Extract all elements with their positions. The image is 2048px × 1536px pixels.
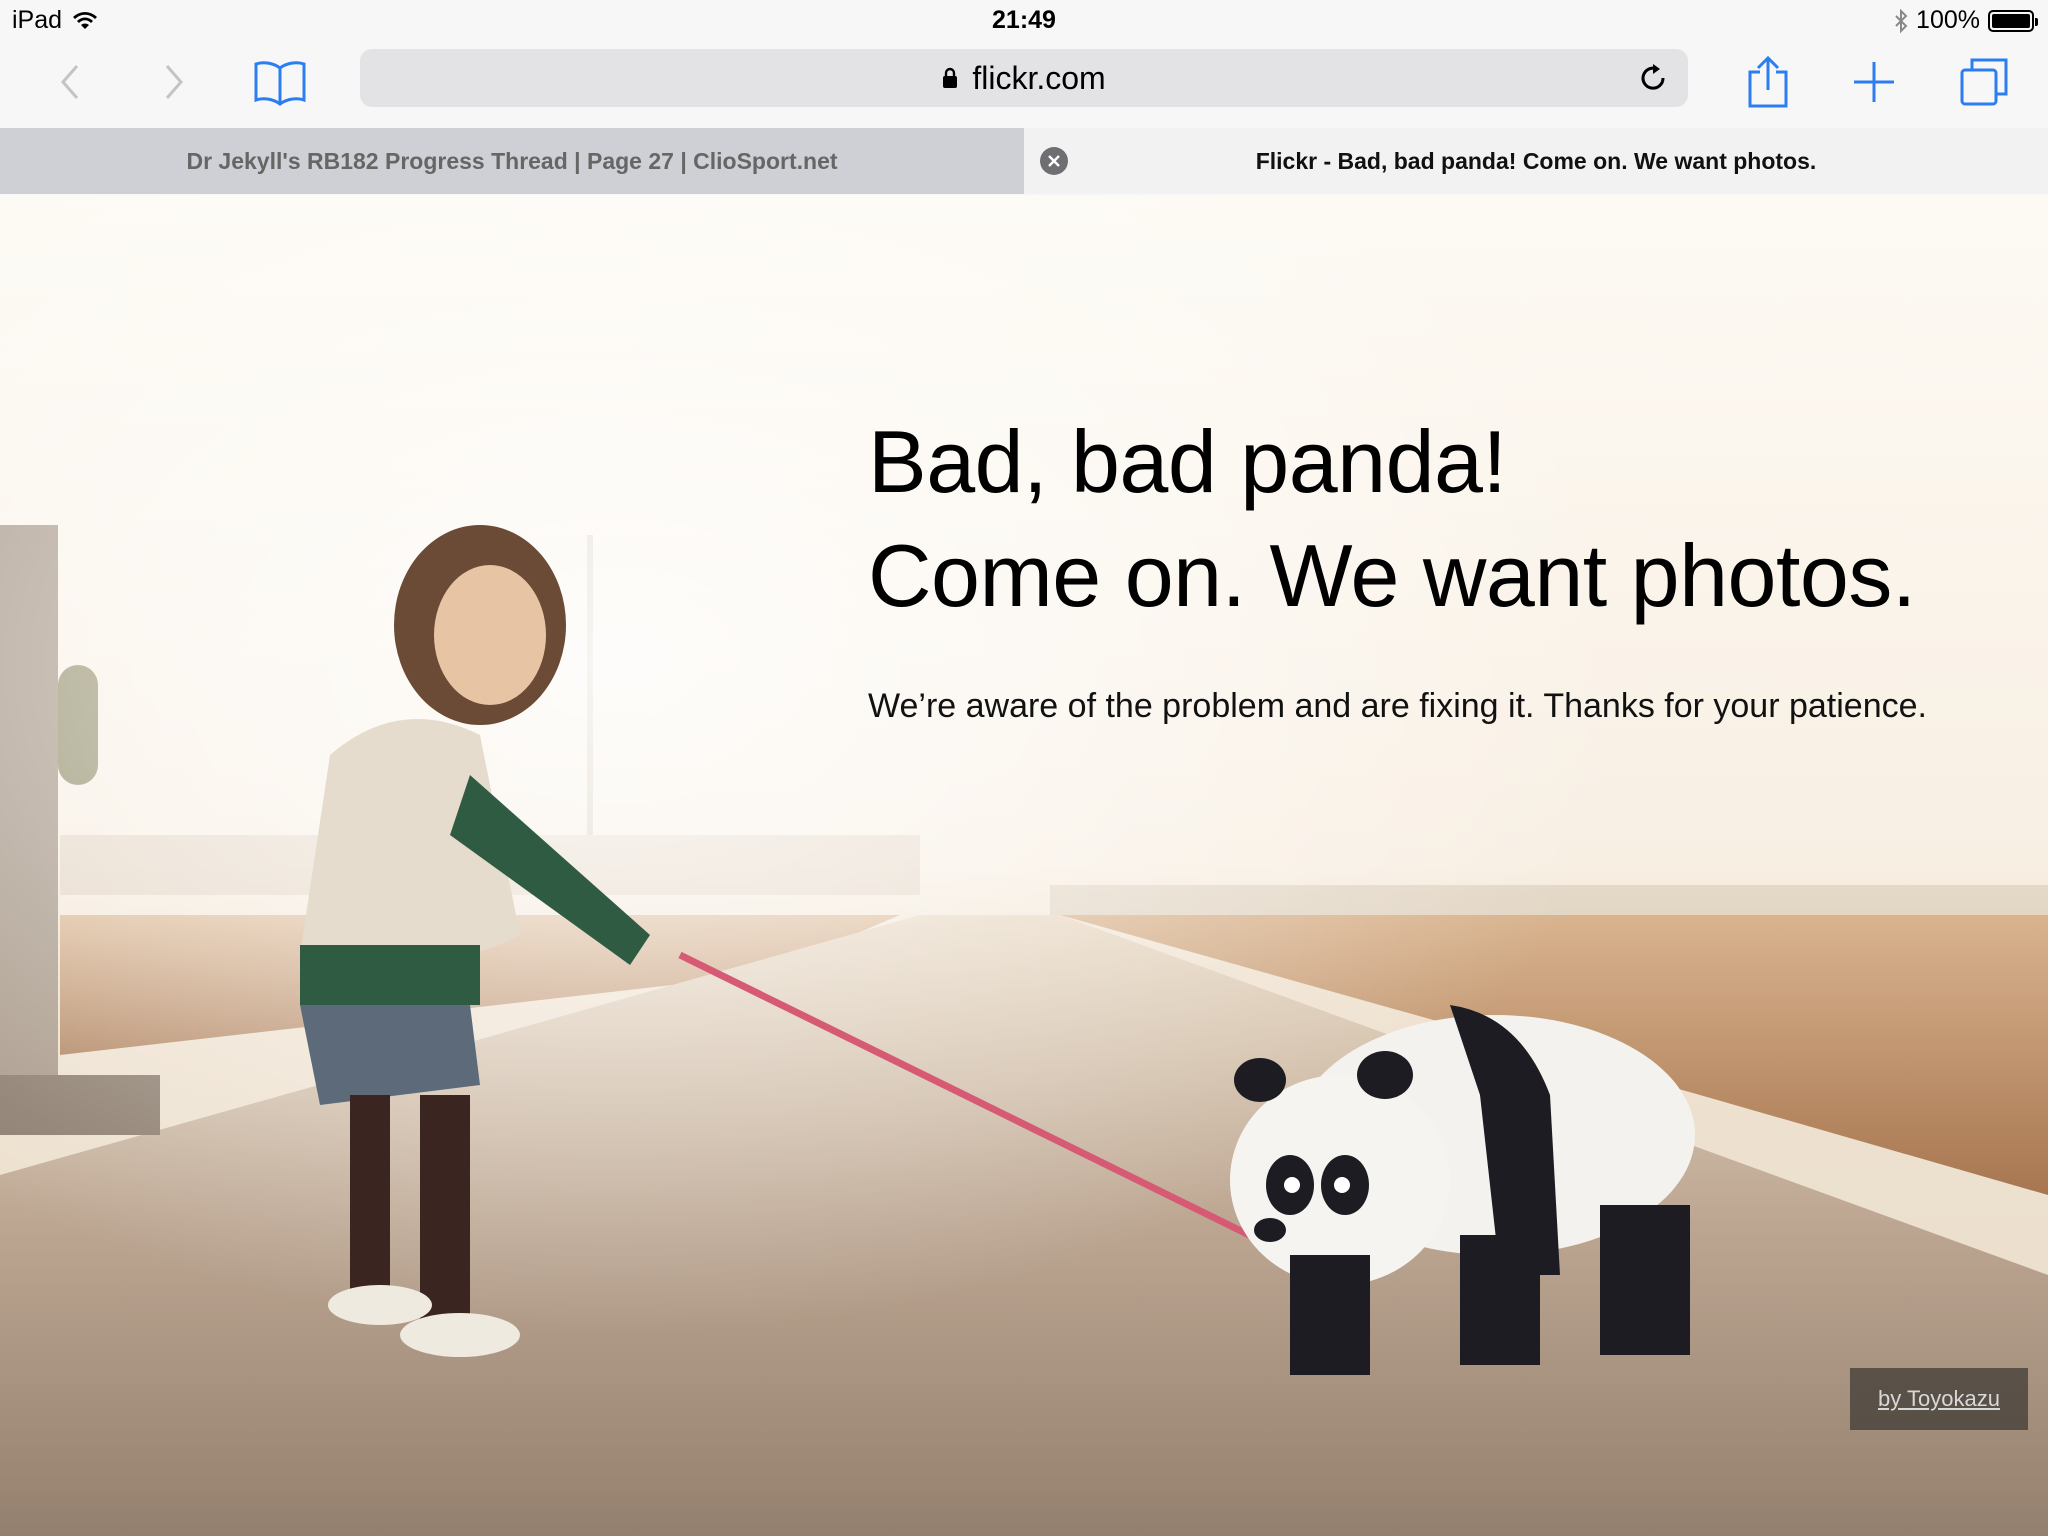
battery-level xyxy=(1992,13,2030,28)
tab-title: Flickr - Bad, bad panda! Come on. We wan… xyxy=(1255,147,1817,174)
status-right: 100% xyxy=(1894,6,2038,35)
bookmarks-icon[interactable] xyxy=(248,50,312,114)
reload-icon[interactable] xyxy=(1636,61,1670,95)
headline-line-1: Bad, bad panda! xyxy=(868,412,1507,511)
page-message: We’re aware of the problem and are fixin… xyxy=(868,687,1927,725)
close-tab-icon[interactable] xyxy=(1040,147,1068,175)
tab-bar: Dr Jekyll's RB182 Progress Thread | Page… xyxy=(0,128,2048,194)
new-tab-icon[interactable] xyxy=(1842,50,1906,114)
page-headline: Bad, bad panda! Come on. We want photos. xyxy=(868,405,1916,633)
tabs-icon[interactable] xyxy=(1952,50,2016,114)
page-content: Bad, bad panda! Come on. We want photos.… xyxy=(0,195,2048,1536)
status-bar: iPad 21:49 100% xyxy=(0,0,2048,40)
url-text: flickr.com xyxy=(972,59,1106,96)
tab-cliosport[interactable]: Dr Jekyll's RB182 Progress Thread | Page… xyxy=(0,128,1024,194)
bluetooth-icon xyxy=(1895,8,1908,33)
headline-line-2: Come on. We want photos. xyxy=(868,526,1916,625)
lock-icon xyxy=(943,67,958,88)
address-bar[interactable]: flickr.com xyxy=(360,49,1688,107)
photo-credit: by Toyokazu xyxy=(1850,1368,2028,1430)
browser-toolbar: flickr.com xyxy=(0,40,2048,128)
battery-percent: 100% xyxy=(1916,6,1980,34)
back-icon[interactable] xyxy=(38,50,102,114)
share-icon[interactable] xyxy=(1736,50,1800,114)
forward-icon[interactable] xyxy=(142,50,206,114)
status-time: 21:49 xyxy=(992,6,1056,34)
tab-title: Dr Jekyll's RB182 Progress Thread | Page… xyxy=(186,147,838,174)
battery-icon xyxy=(1988,9,2038,32)
panda-photo xyxy=(0,195,2048,1536)
photo-credit-link[interactable]: by Toyokazu xyxy=(1878,1386,2000,1412)
address-display: flickr.com xyxy=(942,59,1106,97)
tab-flickr[interactable]: Flickr - Bad, bad panda! Come on. We wan… xyxy=(1024,128,2048,194)
